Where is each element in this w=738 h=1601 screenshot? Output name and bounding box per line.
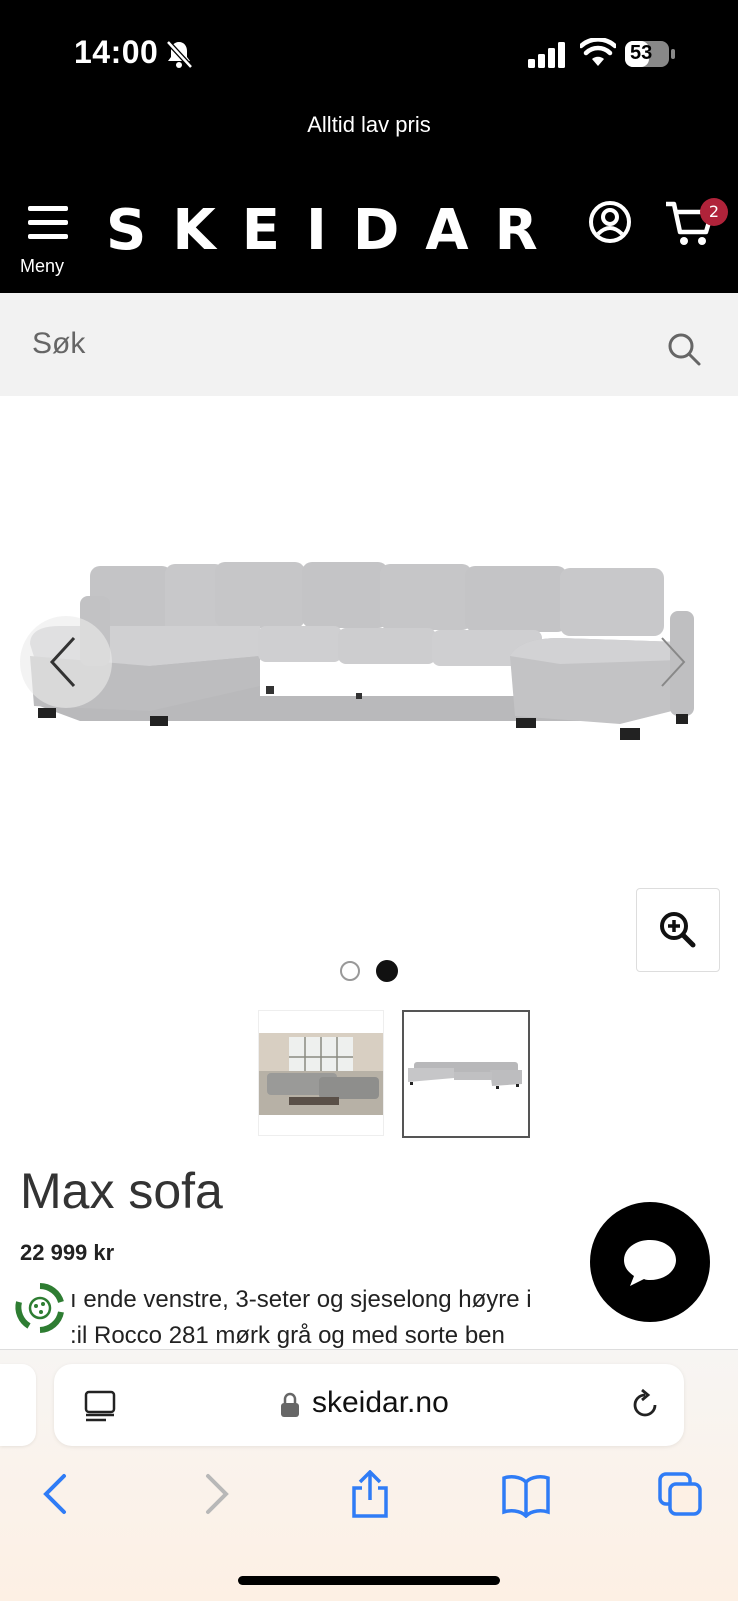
thumbnail-room[interactable]	[258, 1010, 384, 1136]
forward-icon[interactable]	[190, 1470, 238, 1518]
bell-muted-icon	[166, 40, 193, 69]
thumbnail-sofa[interactable]	[402, 1010, 530, 1138]
cart-count-badge: 2	[700, 198, 728, 226]
previous-image-button[interactable]	[20, 616, 112, 708]
site-header: Meny SKEIDAR	[0, 180, 738, 293]
menu-label: Meny	[20, 256, 65, 276]
status-bar: 14:00 53	[0, 0, 738, 110]
cellular-signal-icon	[528, 42, 565, 68]
home-indicator	[238, 1576, 500, 1585]
chevron-left-icon	[49, 636, 76, 688]
thumbnail-strip	[258, 1010, 538, 1138]
sofa-thumbnail-image	[408, 1062, 522, 1089]
battery-level: 53	[630, 42, 653, 64]
search-icon[interactable]	[666, 331, 702, 367]
search-input[interactable]: Søk	[32, 327, 85, 361]
reload-icon[interactable]	[628, 1388, 662, 1422]
chat-bubble-icon	[624, 1240, 676, 1286]
bookmarks-icon[interactable]	[502, 1470, 550, 1518]
pagination-dot-2[interactable]	[376, 960, 398, 982]
product-description-line-2: :il Rocco 281 mørk grå og med sorte ben	[70, 1322, 505, 1349]
browser-toolbar: skeidar.no	[0, 1349, 738, 1601]
chat-button[interactable]	[590, 1202, 710, 1322]
product-description-line-1: ı ende venstre, 3-seter og sjeselong høy…	[70, 1286, 532, 1313]
battery-indicator: 53	[624, 40, 676, 68]
product-gallery[interactable]	[0, 396, 738, 986]
sofa-image	[30, 562, 694, 740]
share-icon[interactable]	[346, 1470, 394, 1518]
room-scene-image	[259, 1033, 383, 1115]
wifi-icon	[580, 38, 616, 66]
browser-nav-row	[0, 1470, 738, 1530]
reader-mode-icon[interactable]	[84, 1390, 116, 1422]
gallery-pagination	[0, 960, 738, 982]
account-icon[interactable]	[588, 200, 632, 244]
promo-banner: Alltid lav pris	[0, 110, 738, 180]
promo-text: Alltid lav pris	[307, 112, 431, 137]
hamburger-icon	[28, 206, 68, 248]
previous-tab-preview[interactable]	[0, 1364, 36, 1446]
address-bar[interactable]: skeidar.no	[54, 1364, 684, 1446]
url-text[interactable]: skeidar.no	[312, 1386, 449, 1420]
lock-icon	[281, 1392, 299, 1417]
status-time: 14:00	[74, 34, 159, 70]
product-price: 22 999 kr	[20, 1240, 115, 1265]
next-image-button[interactable]	[630, 616, 722, 708]
chevron-right-icon	[661, 637, 686, 687]
back-icon[interactable]	[34, 1470, 82, 1518]
menu-button[interactable]: Meny	[20, 204, 76, 284]
skeidar-logo[interactable]: SKEIDAR	[106, 198, 564, 263]
pagination-dot-1[interactable]	[340, 961, 360, 981]
search-bar[interactable]: Søk	[0, 293, 738, 396]
tabs-icon[interactable]	[656, 1470, 704, 1518]
zoom-in-icon	[660, 912, 696, 948]
product-title: Max sofa	[20, 1163, 223, 1219]
sustainability-icon[interactable]	[14, 1282, 66, 1334]
